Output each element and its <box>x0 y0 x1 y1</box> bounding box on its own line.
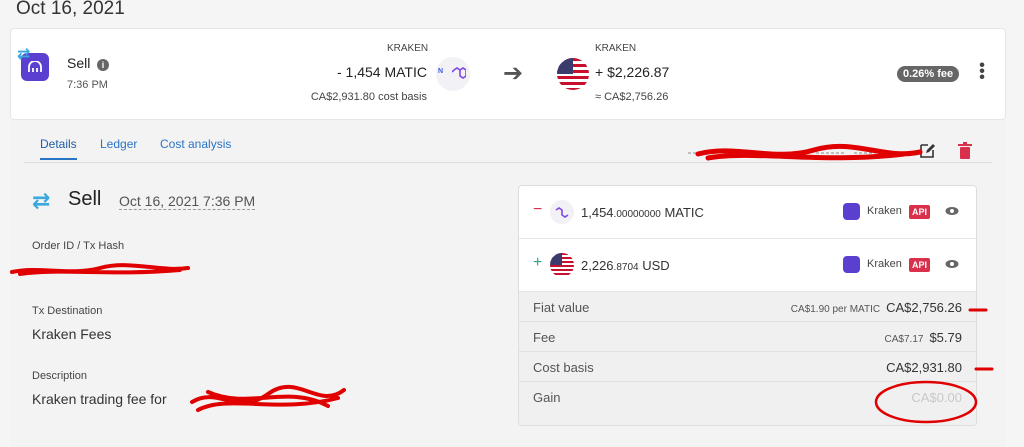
fee-cad: CA$7.17 <box>884 334 924 345</box>
received-amount: + $2,226.87 <box>595 64 670 80</box>
kraken-logo-icon <box>28 61 42 72</box>
kraken-wallet-icon: ⇄ <box>17 46 49 81</box>
transaction-summary-row[interactable]: ⇄ Sell i 7:36 PM KRAKEN - 1,454 MATIC CA… <box>10 28 1006 120</box>
redaction-scribble <box>10 263 190 276</box>
transaction-time: 7:36 PM <box>67 79 108 91</box>
tab-cost-analysis[interactable]: Cost analysis <box>160 137 231 151</box>
to-exchange-label: KRAKEN <box>595 43 637 54</box>
from-exchange-label: KRAKEN <box>387 43 429 54</box>
received-approx-value: ≈ CA$2,756.26 <box>595 91 669 103</box>
tab-ledger[interactable]: Ledger <box>100 137 137 151</box>
redaction-scribble <box>695 143 923 161</box>
transaction-type: Sell <box>67 55 91 71</box>
info-icon[interactable]: i <box>97 59 109 71</box>
tx-destination-label: Tx Destination <box>32 305 103 317</box>
date-heading: Oct 16, 2021 <box>16 0 125 19</box>
fee-value: $5.79 <box>929 330 962 345</box>
annotation-dash <box>968 308 988 312</box>
matic-coin-icon: N <box>436 57 470 91</box>
fee-badge: 0.26% fee <box>897 66 960 82</box>
description-label: Description <box>32 370 88 382</box>
arrow-right-icon: ➔ <box>503 60 524 87</box>
more-options-icon[interactable]: • • • <box>977 58 987 86</box>
description-value: Kraken trading fee for <box>32 391 167 407</box>
fiat-value: CA$2,756.26 <box>886 300 962 315</box>
plus-icon: + <box>533 254 543 271</box>
tab-details[interactable]: Details <box>40 137 77 160</box>
cost-basis-value: CA$2,931.80 <box>886 360 962 375</box>
annotation-dash <box>974 367 994 371</box>
sent-amount: - 1,454 MATIC <box>337 64 427 80</box>
transaction-detail-panel: Details Ledger Cost analysis ⇄ Sell Oct … <box>10 120 1006 447</box>
sent-row: − 1,454.00000000 MATIC Kraken API <box>519 186 976 239</box>
fee-label: Fee <box>533 330 556 345</box>
usd-flag-icon <box>557 58 589 90</box>
eye-icon[interactable] <box>945 206 959 216</box>
redaction-scribble <box>190 384 346 412</box>
annotation-circle <box>874 380 978 424</box>
fiat-value-label: Fiat value <box>533 300 590 315</box>
api-badge: API <box>909 258 931 272</box>
kraken-icon <box>843 256 860 273</box>
minus-icon: − <box>533 201 543 218</box>
tx-destination-value: Kraken Fees <box>32 326 112 342</box>
detail-transaction-type: Sell <box>68 188 102 210</box>
delete-icon[interactable] <box>956 142 974 160</box>
wallet-name: Kraken <box>867 258 902 270</box>
fiat-value-row: Fiat value CA$1.90 per MATIC CA$2,756.26 <box>519 292 976 322</box>
sent-amount: 1,454.00000000 MATIC <box>581 205 704 220</box>
detail-datetime[interactable]: Oct 16, 2021 7:36 PM <box>119 193 256 210</box>
matic-coin-icon <box>550 200 574 224</box>
usd-flag-icon <box>550 253 574 277</box>
cost-basis-label: Cost basis <box>533 360 594 375</box>
wallet-name: Kraken <box>867 205 902 217</box>
sent-cost-basis: CA$2,931.80 cost basis <box>310 91 427 103</box>
gain-label: Gain <box>533 390 561 405</box>
fee-row: Fee CA$7.17 $5.79 <box>519 322 976 352</box>
kraken-icon <box>843 203 860 220</box>
received-row: + 2,226.8704 USD Kraken API <box>519 239 976 292</box>
api-badge: API <box>909 205 931 219</box>
eye-icon[interactable] <box>945 259 959 269</box>
order-id-label: Order ID / Tx Hash <box>32 240 125 252</box>
sell-transfer-icon: ⇄ <box>32 188 51 213</box>
received-amount: 2,226.8704 USD <box>581 258 670 273</box>
fiat-rate: CA$1.90 per MATIC <box>790 304 881 315</box>
